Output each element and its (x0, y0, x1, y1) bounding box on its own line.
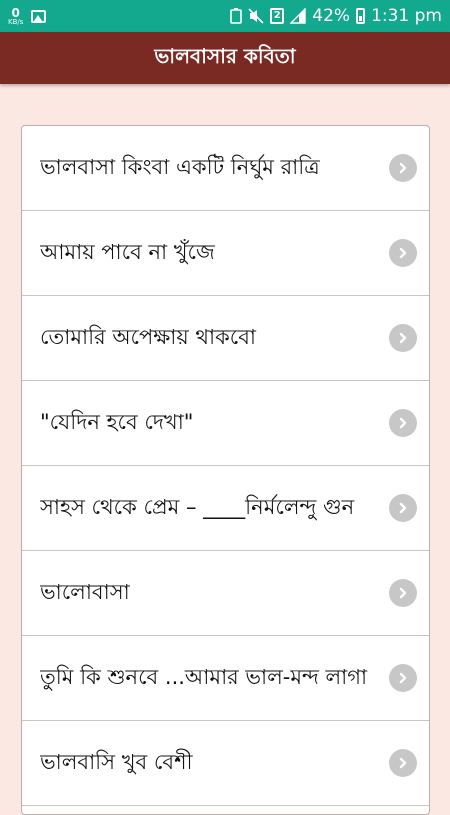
list-item-label: সাহস থেকে প্রেম – ____নির্মলেন্দু গুন (40, 494, 355, 519)
list-item[interactable]: সাহস থেকে প্রেম – ____নির্মলেন্দু গুন (22, 466, 429, 551)
list-item[interactable]: তুমি কি শুনবে ...আমার ভাল-মন্দ লাগা (22, 636, 429, 721)
list-item-label: ভালবাসি খুব বেশী (40, 749, 193, 774)
chevron-right-icon (389, 154, 417, 182)
network-speed-unit: KB/s (8, 17, 24, 26)
battery-percent: 42% (312, 6, 351, 26)
list-item[interactable]: তোমারি অপেক্ষায় থাকবো (22, 296, 429, 381)
app-bar: ভালবাসার কবিতা (0, 32, 450, 84)
chevron-right-icon (389, 579, 417, 607)
sim-icon: 2 (270, 8, 285, 24)
mute-icon (248, 8, 264, 24)
list-item[interactable]: ভালোবাসা (22, 551, 429, 636)
list-item[interactable]: আমায় পাবে না খুঁজে (22, 211, 429, 296)
page-title: ভালবাসার কবিতা (154, 43, 296, 68)
chevron-right-icon (389, 324, 417, 352)
chevron-right-icon (389, 494, 417, 522)
network-speed-value: 0 (11, 5, 20, 20)
signal-icon (290, 8, 306, 24)
list-item-label: "যেদিন হবে দেখা" (40, 409, 194, 434)
poem-list: ভালবাসা কিংবা একটি নির্ঘুম রাত্রি আমায় … (21, 125, 430, 815)
clock: 1:31 pm (371, 6, 442, 26)
list-item-label: তোমারি অপেক্ষায় থাকবো (40, 324, 256, 349)
list-item[interactable]: ভালবাসি খুব বেশী (22, 721, 429, 806)
list-item-label: ভালোবাসা (40, 579, 130, 604)
chevron-right-icon (389, 239, 417, 267)
chevron-right-icon (389, 409, 417, 437)
list-item-label: তুমি কি শুনবে ...আমার ভাল-মন্দ লাগা (40, 664, 368, 689)
network-speed: 0 KB/s (8, 7, 23, 26)
list-item[interactable]: "যেদিন হবে দেখা" (22, 381, 429, 466)
chevron-right-icon (389, 749, 417, 777)
status-bar: 0 KB/s 2 42% 1:31 pm (0, 0, 450, 32)
list-item[interactable]: ভালবাসা কিংবা একটি নির্ঘুম রাত্রি (22, 126, 429, 211)
list-item-label: ভালবাসা কিংবা একটি নির্ঘুম রাত্রি (40, 154, 320, 179)
chevron-right-icon (389, 664, 417, 692)
battery-icon (356, 8, 366, 24)
android-icon (230, 8, 243, 24)
image-icon (31, 9, 47, 23)
list-item-label: আমায় পাবে না খুঁজে (40, 239, 215, 264)
